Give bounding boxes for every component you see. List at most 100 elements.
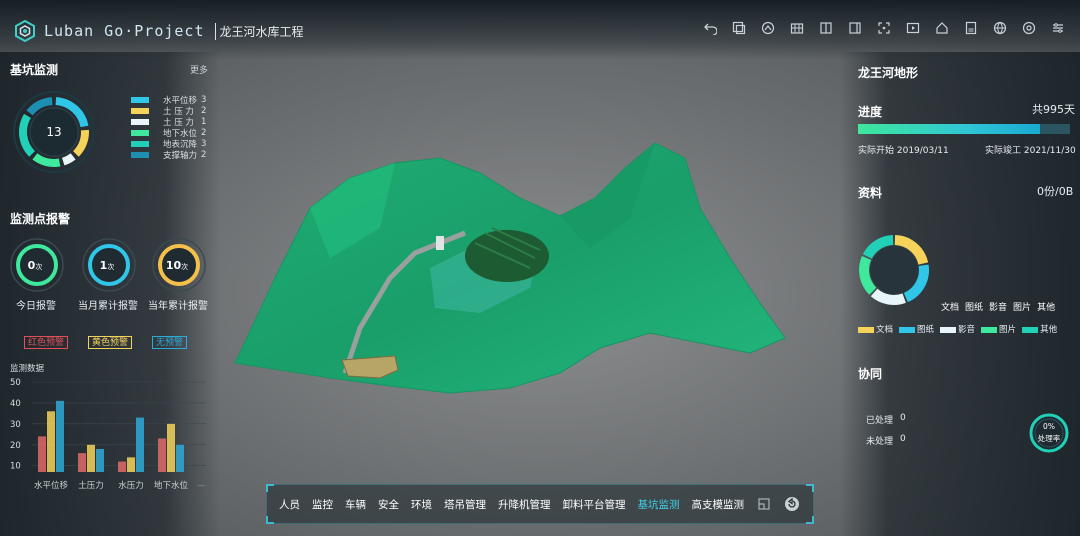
doc-legend-swatch xyxy=(981,326,998,333)
doc-donut-segment xyxy=(870,288,906,305)
video-icon[interactable] xyxy=(905,20,921,36)
nav-item[interactable]: 基坑监测 xyxy=(638,497,680,512)
bar xyxy=(158,438,166,472)
reset-view-icon[interactable] xyxy=(784,496,800,512)
chart-title: 监测数据 xyxy=(10,364,45,374)
legend-swatch xyxy=(131,96,149,103)
nav-item[interactable]: 安全 xyxy=(378,497,399,512)
project-name: 龙王河水库工程 xyxy=(214,22,304,40)
docs-donut xyxy=(859,235,929,305)
legend-value: 2 xyxy=(201,105,207,116)
doc-legend-item: 影音 xyxy=(940,323,975,335)
doc-legend-swatch xyxy=(899,326,916,333)
bar xyxy=(87,444,95,472)
alarm-ring: 0次 xyxy=(10,238,64,292)
doc-legend-item: 图片 xyxy=(981,323,1016,335)
doc-legend-item: 文档 xyxy=(858,323,893,335)
y-tick-label: 10 xyxy=(10,462,21,472)
warning-tag[interactable]: 红色预警 xyxy=(24,336,69,349)
unhandled-value: 0 xyxy=(900,434,906,444)
legend-swatch xyxy=(131,118,149,125)
terrain-model[interactable] xyxy=(230,138,790,400)
legend-value: 2 xyxy=(201,127,207,138)
legend-value: 2 xyxy=(201,149,207,160)
warning-tag[interactable]: 无预警 xyxy=(152,336,188,349)
toolbar xyxy=(702,20,1066,36)
legend-swatch xyxy=(131,107,149,114)
bar xyxy=(96,448,104,472)
y-tick-label: 20 xyxy=(10,441,21,451)
legend-value: 3 xyxy=(201,138,207,149)
panel-icon[interactable] xyxy=(847,20,863,36)
alarm-unit: 次 xyxy=(35,262,42,271)
handled-value: 0 xyxy=(900,413,906,423)
home-outline-icon[interactable] xyxy=(760,20,776,36)
bar xyxy=(38,436,46,472)
monitor-bar-chart: 10 20 30 40 50 水平位移 土压力 水压力 地下水位 — xyxy=(10,378,206,491)
monitor-donut: 13 xyxy=(13,91,95,173)
alarm-value: 10 xyxy=(166,259,182,272)
legend-item: 支撑轴力 2 xyxy=(131,149,207,161)
doc-category: 文档 xyxy=(941,303,960,313)
handled-label: 已处理 xyxy=(866,416,894,426)
monitor-title: 基坑监测 xyxy=(10,63,59,77)
nav-item[interactable]: 卸料平台管理 xyxy=(563,497,626,512)
alarm-unit: 次 xyxy=(107,262,114,271)
focus-icon[interactable] xyxy=(876,20,892,36)
doc-legend-label: 其他 xyxy=(1040,325,1058,335)
rate-value: 0% xyxy=(1043,422,1055,431)
x-tick-label: 地下水位 xyxy=(154,480,189,491)
settings-sliders-icon[interactable] xyxy=(1050,20,1066,36)
document-icon[interactable] xyxy=(963,20,979,36)
undo-icon[interactable] xyxy=(702,20,718,36)
legend-item: 土 压 力 1 xyxy=(131,116,207,128)
legend-item: 土 压 力 2 xyxy=(131,105,207,117)
end-date: 实际竣工 2021/11/30 xyxy=(985,146,1076,156)
doc-legend-swatch xyxy=(940,326,957,333)
bar xyxy=(136,417,144,472)
layout-icon[interactable] xyxy=(756,496,772,512)
legend-swatch xyxy=(131,140,149,147)
rate-label: 处理率 xyxy=(1038,433,1061,443)
warning-tag[interactable]: 黄色预警 xyxy=(88,336,133,349)
copy-icon[interactable] xyxy=(731,20,747,36)
globe-icon[interactable] xyxy=(992,20,1008,36)
house-icon[interactable] xyxy=(934,20,950,36)
nav-item[interactable]: 高支模监测 xyxy=(692,497,745,512)
legend-item: 地表沉降 3 xyxy=(131,138,207,150)
doc-categories: 文档 图纸 影音 图片 其他 xyxy=(941,300,1055,313)
y-tick-label: 30 xyxy=(10,420,21,430)
doc-legend-label: 图片 xyxy=(999,325,1017,335)
alarm-ring: 1次 xyxy=(82,238,136,292)
logo: Luban Go·Project 龙王河水库工程 xyxy=(14,20,304,42)
terrain-title: 龙王河地形 xyxy=(858,66,919,80)
nav-item[interactable]: 车辆 xyxy=(345,497,366,512)
dam-gate xyxy=(436,236,444,250)
total-days: 共995天 xyxy=(1032,103,1075,116)
target-icon[interactable] xyxy=(1021,20,1037,36)
doc-legend-swatch xyxy=(1022,326,1039,333)
book-icon[interactable] xyxy=(818,20,834,36)
nav-item[interactable]: 环境 xyxy=(411,497,432,512)
docs-title: 资料 xyxy=(858,186,883,200)
alarm-label: 当月累计报警 xyxy=(78,301,138,312)
x-tick-label: 水平位移 xyxy=(34,480,69,491)
bar xyxy=(47,411,55,472)
grid-icon[interactable] xyxy=(789,20,805,36)
nav-item[interactable]: 人员 xyxy=(279,497,300,512)
nav-item[interactable]: 塔吊管理 xyxy=(444,497,486,512)
nav-item[interactable]: 升降机管理 xyxy=(498,497,551,512)
unhandled-label: 未处理 xyxy=(866,437,894,447)
monitor-legend: 水平位移 3 土 压 力 2 土 压 力 1 地下水位 2 地表沉降 3 支撑轴… xyxy=(131,94,207,161)
bar xyxy=(56,400,64,472)
alarm-title: 监测点报警 xyxy=(10,212,71,226)
nav-item[interactable]: 监控 xyxy=(312,497,333,512)
doc-legend-swatch xyxy=(858,326,874,333)
corner-tr xyxy=(806,484,814,492)
progress-fill xyxy=(858,124,1041,134)
bar xyxy=(167,423,175,472)
more-link[interactable]: 更多 xyxy=(190,63,208,76)
legend-value: 1 xyxy=(201,116,207,127)
legend-item: 地下水位 2 xyxy=(131,127,207,139)
donut-segment xyxy=(61,153,76,166)
